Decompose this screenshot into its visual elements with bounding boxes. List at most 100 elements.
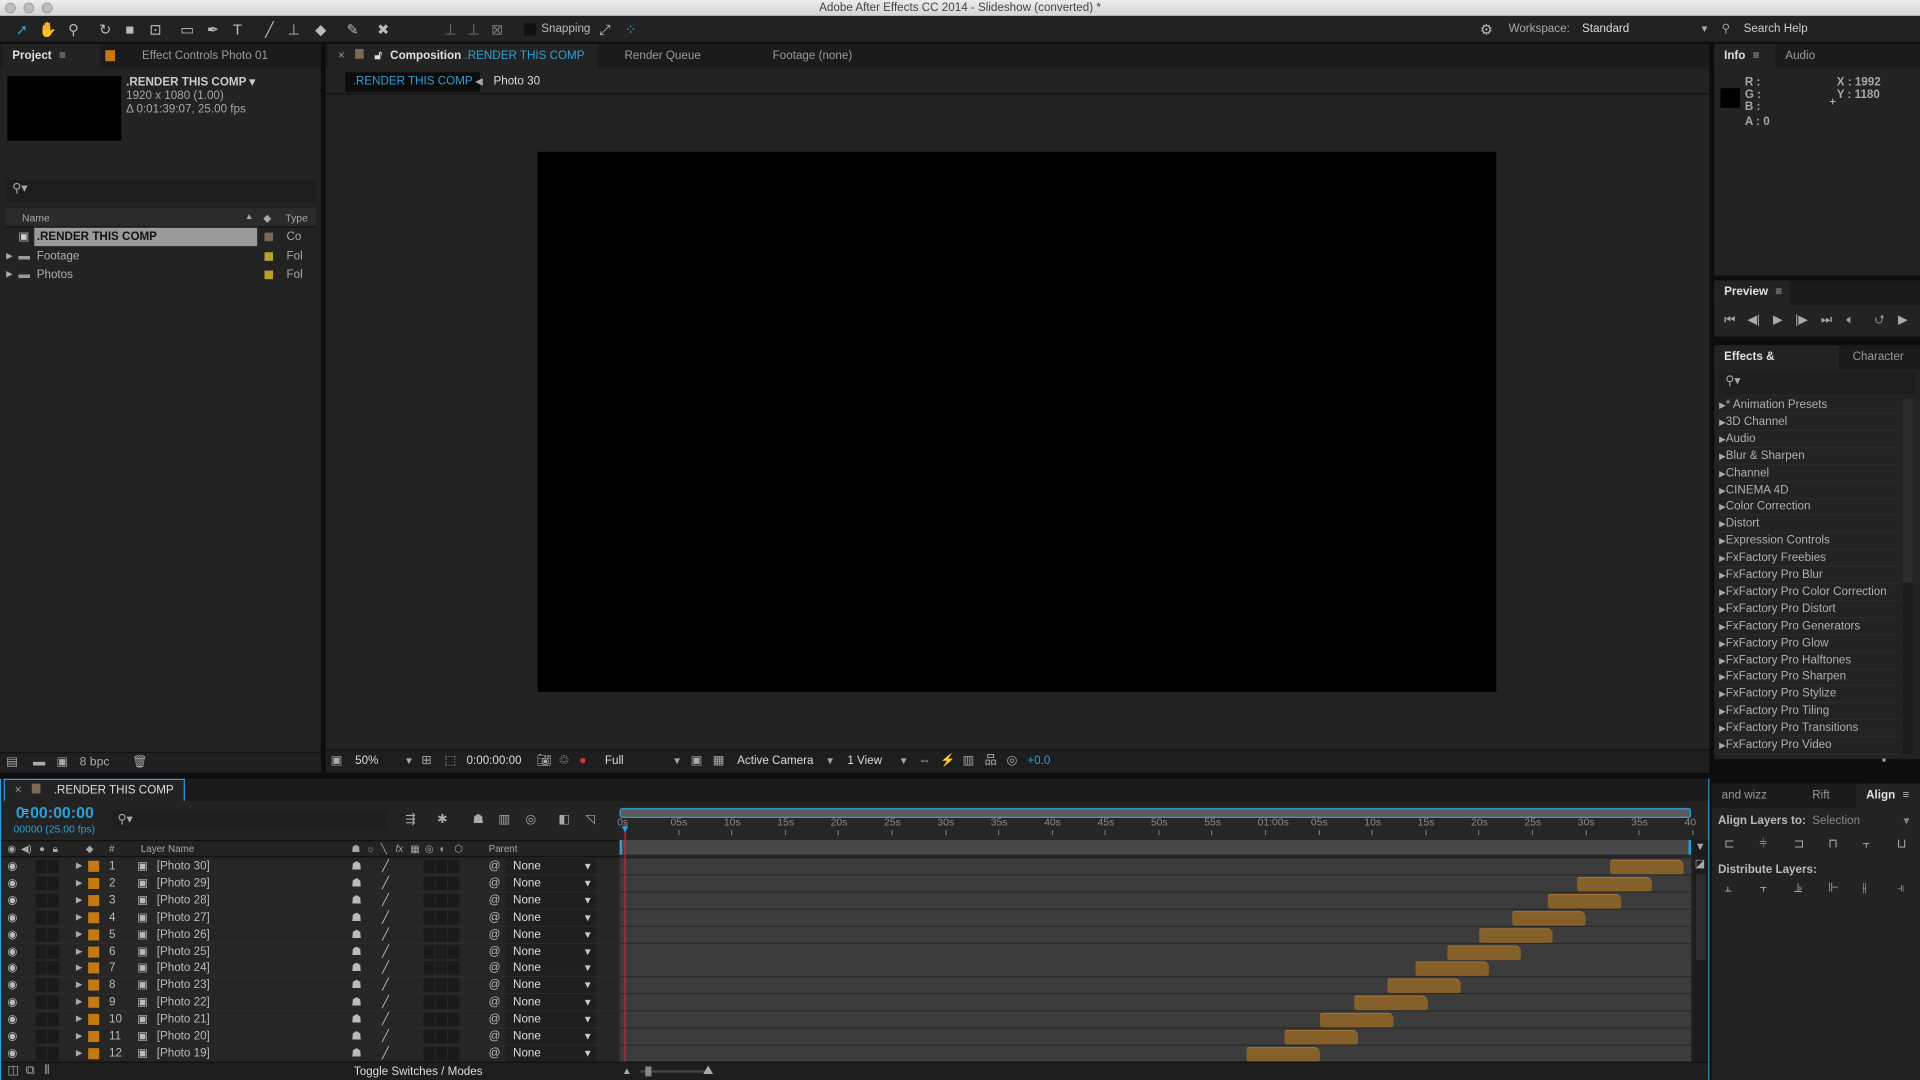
minimize-window-button[interactable] xyxy=(23,2,35,14)
region-of-interest-icon[interactable]: ⊞ xyxy=(421,754,431,769)
current-time-indicator[interactable]: ▼ xyxy=(620,822,631,1062)
workspace-select[interactable]: Standard xyxy=(1582,21,1629,38)
effects-category[interactable]: ▶* Animation Presets xyxy=(1719,397,1901,414)
eye-icon[interactable]: ◉ xyxy=(7,875,17,891)
layer-name[interactable]: [Photo 29] xyxy=(157,875,210,891)
label-color-swatch[interactable] xyxy=(88,962,100,974)
zoom-tool-icon[interactable]: ⚲ xyxy=(64,20,84,40)
always-preview-icon[interactable]: ▣ xyxy=(331,754,343,769)
parent-pick-whip-icon[interactable]: @ xyxy=(489,1029,501,1045)
align-right-icon[interactable]: ⊐ xyxy=(1794,838,1804,853)
layer-row[interactable]: ◉ ▶ 3 ▣ [Photo 28] ☗ ╱ @ None ▼ xyxy=(1,892,620,910)
time-ruler[interactable]: 0s 05s 10s 15s 20s 25s 30s 35s 40s 45s 50s 55s 01:00… xyxy=(617,805,1696,858)
layer-name[interactable]: [Photo 25] xyxy=(157,943,210,959)
shy-switch-icon[interactable]: ☗ xyxy=(351,858,361,874)
eye-icon[interactable]: ◉ xyxy=(7,960,17,976)
layer-duration-bar[interactable] xyxy=(1320,1012,1395,1028)
distribute-vertical-center-icon[interactable]: ⫟ xyxy=(1760,882,1767,897)
comp-button-icon[interactable]: ◪ xyxy=(1695,857,1705,870)
shy-switch-icon[interactable]: ☗ xyxy=(351,995,361,1011)
selection-tool-icon[interactable]: ➚ xyxy=(12,20,32,40)
fast-preview-icon[interactable]: ⚡ xyxy=(940,754,955,769)
parent-pick-whip-icon[interactable]: @ xyxy=(489,1046,501,1062)
effects-category[interactable]: ▶FxFactory Pro Generators xyxy=(1719,618,1901,636)
quality-switch-icon[interactable]: ╱ xyxy=(382,1029,389,1045)
transfer-controls-icon[interactable]: ⧉ xyxy=(26,1064,35,1079)
hide-shy-layers-icon[interactable]: ☗ xyxy=(473,813,484,828)
channel-icon[interactable]: ● xyxy=(579,754,586,769)
tab-rift[interactable]: Rift xyxy=(1802,784,1839,808)
close-window-button[interactable] xyxy=(4,2,16,14)
zoom-window-button[interactable] xyxy=(41,2,53,14)
layer-row[interactable]: ◉ ▶ 4 ▣ [Photo 27] ☗ ╱ @ None ▼ xyxy=(1,909,620,927)
chevron-down-icon[interactable]: ▼ xyxy=(825,751,835,772)
distribute-left-icon[interactable]: ⊩ xyxy=(1828,882,1839,897)
eye-icon[interactable]: ◉ xyxy=(7,978,17,994)
chevron-down-icon[interactable]: ▼ xyxy=(404,751,414,772)
timeline-zoom-slider[interactable] xyxy=(640,1066,708,1077)
hand-tool-icon[interactable]: ✋ xyxy=(38,20,58,40)
tab-project[interactable]: Project ≡ xyxy=(2,44,101,69)
resolution-select[interactable]: Full xyxy=(605,751,624,772)
brainstorm-icon[interactable]: ◧ xyxy=(558,813,570,828)
align-horizontal-center-icon[interactable]: ⫩ xyxy=(1760,838,1767,853)
expand-triangle-icon[interactable]: ▶ xyxy=(76,909,83,925)
parent-pick-whip-icon[interactable]: @ xyxy=(489,909,501,925)
layer-row[interactable]: ◉ ▶ 7 ▣ [Photo 24] ☗ ╱ @ None ▼ xyxy=(1,960,620,978)
expand-triangle-icon[interactable]: ▶ xyxy=(6,247,13,265)
expand-triangle-icon[interactable]: ▶ xyxy=(76,960,83,976)
column-name[interactable]: Name xyxy=(22,208,50,228)
layer-duration-bar[interactable] xyxy=(1609,859,1684,875)
timeline-search-input[interactable]: ⚲▾ xyxy=(111,810,387,831)
quality-switch-icon[interactable]: ╱ xyxy=(382,909,389,925)
last-frame-icon[interactable]: ⏭ xyxy=(1821,313,1832,328)
camera-select[interactable]: Active Camera xyxy=(737,751,813,772)
layer-row[interactable]: ◉ ▶ 2 ▣ [Photo 29] ☗ ╱ @ None ▼ xyxy=(1,875,620,893)
composition-viewer-canvas[interactable] xyxy=(537,151,1497,692)
panel-menu-icon[interactable]: ≡ xyxy=(1753,49,1760,62)
effects-category[interactable]: ▶Expression Controls xyxy=(1719,533,1901,551)
effects-category[interactable]: ▶Color Correction xyxy=(1719,499,1901,516)
flowchart-icon[interactable]: 品 xyxy=(984,754,996,769)
layer-duration-bar[interactable] xyxy=(1415,961,1490,977)
toggle-switches-modes-button[interactable]: Toggle Switches / Modes xyxy=(354,1064,483,1080)
tab-character[interactable]: Character xyxy=(1843,345,1914,369)
puppet-pin-tool-icon[interactable]: ✖ xyxy=(373,20,393,40)
pen-tool-icon[interactable]: ✒ xyxy=(203,20,223,40)
shy-switch-icon[interactable]: ☗ xyxy=(351,1046,361,1062)
column-type[interactable]: Type xyxy=(285,208,308,228)
align-vertical-center-icon[interactable]: ⫟ xyxy=(1862,838,1869,853)
view-layout-select[interactable]: 1 View xyxy=(847,751,882,772)
effects-category[interactable]: ▶FxFactory Pro Color Correction xyxy=(1719,584,1901,602)
align-bottom-icon[interactable]: ⊔ xyxy=(1897,838,1907,853)
audio-icon[interactable]: 🔈︎ xyxy=(1847,313,1854,328)
chevron-down-icon[interactable]: ▼ xyxy=(583,1046,593,1062)
sort-up-icon[interactable]: ▲ xyxy=(245,208,253,228)
layer-name[interactable]: [Photo 28] xyxy=(157,892,210,908)
close-tab-icon[interactable]: × xyxy=(15,784,22,797)
shy-switch-icon[interactable]: ☗ xyxy=(351,875,361,891)
layer-row[interactable]: ◉ ▶ 12 ▣ [Photo 19] ☗ ╱ @ None ▼ xyxy=(1,1045,620,1063)
layer-duration-bar[interactable] xyxy=(1547,893,1622,909)
chevron-down-icon[interactable]: ▼ xyxy=(583,875,593,891)
eraser-tool-icon[interactable]: ◆ xyxy=(311,20,331,40)
rotation-tool-icon[interactable]: ↻ xyxy=(96,20,116,40)
chevron-down-icon[interactable]: ▼ xyxy=(583,1029,593,1045)
align-to-select[interactable]: Selection xyxy=(1812,814,1860,827)
chevron-down-icon[interactable]: ▼ xyxy=(583,858,593,874)
solo-switch-icon[interactable]: ● xyxy=(39,841,45,857)
layer-duration-bar[interactable] xyxy=(1284,1029,1358,1045)
chevron-down-icon[interactable]: ▼ xyxy=(1700,21,1710,38)
first-frame-icon[interactable]: ⏮ xyxy=(1724,313,1735,328)
timeline-icon[interactable]: ▥ xyxy=(962,754,974,769)
expand-triangle-icon[interactable]: ▶ xyxy=(76,943,83,959)
label-color-swatch[interactable] xyxy=(88,945,100,957)
layer-duration-bar[interactable] xyxy=(1512,910,1587,926)
label-color-swatch[interactable] xyxy=(88,911,100,923)
layer-name[interactable]: [Photo 19] xyxy=(157,1046,210,1062)
zoom-in-icon[interactable]: ⛰ xyxy=(703,1064,713,1079)
effects-category[interactable]: ▶Blur & Sharpen xyxy=(1719,448,1901,465)
bit-depth-button[interactable]: 8 bpc xyxy=(80,756,110,771)
expand-triangle-icon[interactable]: ▶ xyxy=(76,1012,83,1028)
in-out-icon[interactable]: ⦀ xyxy=(44,1064,49,1079)
